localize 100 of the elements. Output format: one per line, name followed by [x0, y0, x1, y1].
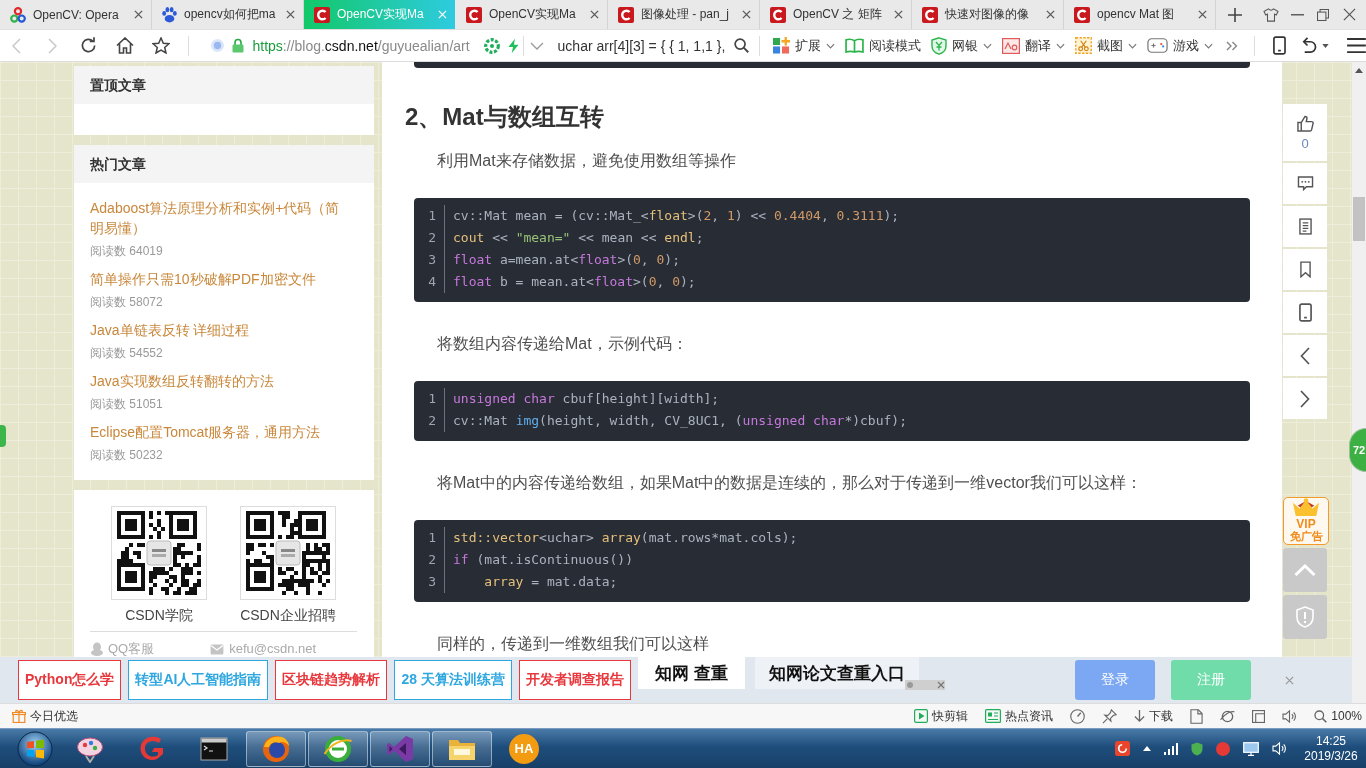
search-icon[interactable]	[734, 38, 750, 53]
undo-icon[interactable]	[1300, 37, 1318, 54]
browser-tab[interactable]: OpenCV实现Ma	[456, 0, 608, 29]
qr-caption: CSDN企业招聘	[240, 606, 336, 625]
comment-button[interactable]	[1283, 163, 1327, 204]
read-count: 阅读数 58072	[90, 294, 164, 311]
gift-icon	[12, 709, 26, 723]
mobile-button[interactable]	[1283, 292, 1327, 333]
close-icon[interactable]	[590, 10, 599, 19]
clock-time[interactable]: 14:25	[1316, 733, 1346, 749]
toolbar-button[interactable]: 翻译	[997, 32, 1071, 59]
paw-icon	[162, 6, 177, 23]
taskbar-button[interactable]	[308, 730, 368, 767]
close-icon[interactable]	[1046, 10, 1055, 19]
chevron-right-icon	[48, 37, 58, 54]
line-number: 1	[414, 205, 445, 227]
toolbar-button[interactable]: 阅读模式	[840, 32, 927, 59]
status-button[interactable]: 下载	[1134, 707, 1174, 725]
url-text[interactable]: https://blog.csdn.net/guyuealian/art	[252, 37, 470, 54]
page-icon[interactable]	[1190, 708, 1204, 724]
ad-link[interactable]: 区块链趋势解析	[275, 660, 388, 700]
paragraph: 利用Mat来存储数据，避免使用数组等操作	[437, 151, 737, 171]
status-button[interactable]: 热点资讯	[985, 707, 1054, 725]
logo-icon	[618, 6, 634, 23]
home-icon	[115, 37, 134, 54]
signal-bars-icon[interactable]	[1164, 742, 1178, 755]
status-button[interactable]: 今日优选	[12, 707, 78, 725]
close-icon[interactable]	[1198, 10, 1207, 19]
monitor-icon[interactable]	[1243, 741, 1259, 756]
scroll-up-icon[interactable]	[1355, 68, 1363, 73]
status-button[interactable]: 100%	[1314, 709, 1362, 723]
toolbar-button[interactable]: 游戏	[1142, 32, 1219, 59]
scissors-icon	[1075, 37, 1093, 54]
toolbar-button[interactable]: 截图	[1070, 32, 1143, 59]
ad-mark-icon[interactable]	[905, 680, 945, 690]
shirt-icon[interactable]	[1263, 7, 1279, 22]
taskbar-button[interactable]	[432, 730, 492, 767]
shield-icon[interactable]	[1191, 741, 1203, 756]
toolbar-button[interactable]: 网银	[926, 32, 998, 59]
caret-icon[interactable]	[1322, 43, 1330, 48]
paragraph: 将数组内容传递给Mat，示例代码：	[437, 334, 689, 354]
toolbar-button[interactable]: 扩展	[768, 32, 841, 59]
promo-link[interactable]: 知网论文查重入口	[754, 657, 919, 689]
ring-dot-icon[interactable]	[211, 39, 225, 52]
caret-icon	[826, 42, 836, 49]
pin-icon[interactable]	[1102, 708, 1118, 724]
lock-icon[interactable]	[232, 38, 245, 53]
close-icon[interactable]	[1342, 8, 1356, 21]
aperture-icon[interactable]	[483, 37, 500, 54]
search-field[interactable]: uchar arr[4][3] = { { 1, 1,1 },	[551, 32, 754, 59]
card-title: 置顶文章	[74, 66, 374, 104]
browser-tab[interactable]: 快速对图像的像	[912, 0, 1064, 29]
status-button[interactable]: 快剪辑	[914, 707, 969, 725]
code-line: std::vector<uchar> array(mat.rows*mat.cols);	[452, 529, 798, 547]
code-line: float b = mean.at<float>(0, 0);	[452, 273, 696, 291]
translate-box-icon	[1002, 37, 1021, 54]
browser-tab[interactable]: OpenCV 之 矩阵	[760, 0, 912, 29]
scrollbar[interactable]	[1352, 62, 1366, 703]
news-icon	[985, 709, 1002, 723]
line-number: 2	[414, 549, 445, 571]
like-button[interactable]: 0	[1283, 104, 1327, 161]
window-icon[interactable]	[1252, 709, 1266, 723]
card-title: 热门文章	[74, 145, 374, 183]
minimize-icon[interactable]	[1290, 13, 1304, 16]
line-number: 1	[414, 527, 445, 549]
close-icon[interactable]	[134, 10, 143, 19]
logo-icon[interactable]	[1115, 741, 1130, 756]
speaker-icon[interactable]	[1282, 709, 1298, 723]
grid-plus-icon	[773, 37, 791, 54]
close-icon[interactable]	[894, 10, 903, 19]
phone-icon	[1298, 303, 1312, 322]
restore-icon[interactable]	[1317, 8, 1329, 21]
scrollbar-thumb[interactable]	[1353, 197, 1365, 241]
code-line: unsigned char cbuf[height][width];	[452, 390, 720, 408]
ring-swoosh-icon[interactable]	[1220, 708, 1236, 724]
palette-icon	[76, 734, 104, 763]
browser-tab[interactable]: OpenCV: Opera	[0, 0, 152, 29]
chevron-down-icon[interactable]	[529, 41, 544, 50]
contents-button[interactable]	[1283, 206, 1327, 247]
reload-icon	[80, 37, 98, 54]
paragraph: 将Mat中的内容传递给数组，如果Mat中的数据是连续的，那么对于传递到一维vector我们可以这样：	[437, 473, 1143, 493]
ad-link[interactable]: 开发者调查报告	[518, 660, 631, 700]
close-icon[interactable]	[286, 10, 295, 19]
code-line: float a=mean.at<float>(0, 0);	[452, 251, 680, 269]
menu-icon[interactable]	[1347, 38, 1366, 53]
gauge-icon[interactable]	[1070, 708, 1086, 724]
taskbar-button[interactable]	[370, 730, 430, 767]
taskbar-button[interactable]	[246, 730, 306, 767]
bookmark-button[interactable]	[1283, 249, 1327, 290]
speaker-icon[interactable]	[1272, 742, 1287, 755]
promo-link[interactable]: 知网 查重	[637, 657, 745, 689]
double-chevron-icon[interactable]	[1226, 40, 1239, 51]
clock-date[interactable]: 2019/3/26	[1304, 748, 1358, 764]
triangle-up-icon[interactable]	[1143, 746, 1151, 751]
browser-tab[interactable]: 图像处理 - pan_j	[608, 0, 760, 29]
start-button[interactable]	[17, 730, 53, 767]
ad-link[interactable]: Python怎么学	[18, 660, 122, 700]
close-icon[interactable]	[742, 10, 751, 19]
phone-icon[interactable]	[1273, 36, 1287, 55]
browser-tab[interactable]: opencv Mat 图	[1064, 0, 1216, 29]
